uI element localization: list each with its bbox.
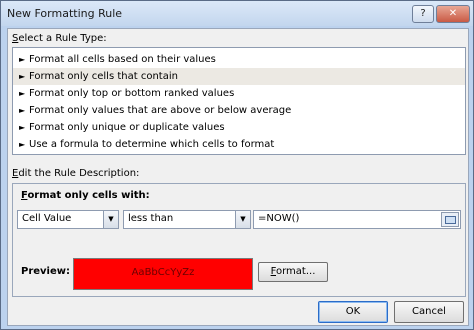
rule-type-item-selected[interactable]: ► Format only cells that contain: [13, 68, 465, 85]
help-button[interactable]: ?: [412, 5, 434, 23]
triangle-right-icon: ►: [19, 123, 26, 132]
rule-description-panel: Format only cells with: Cell Value ▼ les…: [12, 183, 466, 297]
preview-box: AaBbCcYyZz: [73, 258, 253, 290]
triangle-right-icon: ►: [19, 140, 26, 149]
operator-select[interactable]: less than ▼: [123, 210, 251, 229]
rule-type-list[interactable]: ► Format all cells based on their values…: [12, 47, 466, 155]
cancel-button[interactable]: Cancel: [394, 301, 464, 323]
collapse-dialog-icon[interactable]: [441, 212, 459, 227]
rule-type-item[interactable]: ► Format all cells based on their values: [13, 51, 465, 68]
format-only-cells-heading: Format only cells with:: [21, 190, 150, 201]
triangle-right-icon: ►: [19, 72, 26, 81]
triangle-right-icon: ►: [19, 89, 26, 98]
close-button[interactable]: ✕: [436, 5, 470, 23]
dialog-body: Select a Rule Type: ► Format all cells b…: [7, 28, 469, 326]
dialog-title: New Formatting Rule: [7, 7, 123, 20]
preview-label: Preview:: [21, 266, 71, 277]
triangle-right-icon: ►: [19, 55, 26, 64]
ok-button[interactable]: OK: [318, 301, 388, 323]
rule-description-label: Edit the Rule Description:: [12, 168, 140, 179]
rule-type-label: Select a Rule Type:: [12, 33, 107, 44]
rule-type-item[interactable]: ► Use a formula to determine which cells…: [13, 136, 465, 153]
condition-type-select[interactable]: Cell Value ▼: [17, 210, 119, 229]
preview-sample-text: AaBbCcYyZz: [131, 267, 195, 278]
rule-type-item[interactable]: ► Format only values that are above or b…: [13, 102, 465, 119]
chevron-down-icon[interactable]: ▼: [103, 211, 118, 228]
title-bar[interactable]: New Formatting Rule ? ✕: [1, 1, 473, 26]
rule-type-item[interactable]: ► Format only top or bottom ranked value…: [13, 85, 465, 102]
dialog-window: New Formatting Rule ? ✕ Select a Rule Ty…: [0, 0, 474, 330]
rule-type-item[interactable]: ► Format only unique or duplicate values: [13, 119, 465, 136]
triangle-right-icon: ►: [19, 106, 26, 115]
formula-input[interactable]: =NOW(): [253, 210, 461, 229]
format-button[interactable]: Format...: [258, 262, 328, 282]
chevron-down-icon[interactable]: ▼: [235, 211, 250, 228]
